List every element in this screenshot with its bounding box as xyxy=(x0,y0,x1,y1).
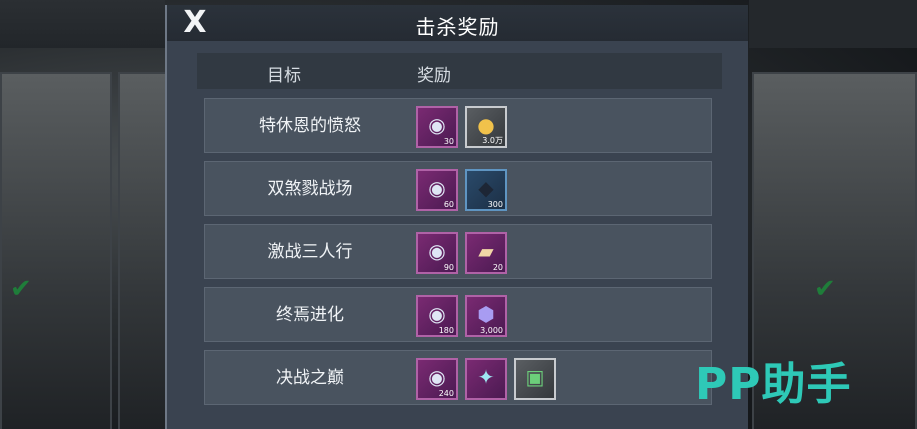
reward-quantity: 240 xyxy=(438,389,454,398)
reward-list: ◉ 180 ⬢ 3,000 xyxy=(416,295,507,337)
reward-quantity: 20 xyxy=(492,263,503,272)
reward-row: 终焉进化 ◉ 180 ⬢ 3,000 xyxy=(204,287,712,342)
bucket-icon: ▣ xyxy=(525,365,545,389)
target-name: 终焉进化 xyxy=(276,305,344,325)
column-header: 目标 奖励 xyxy=(197,53,722,89)
purple-gem-icon: ⬢ xyxy=(477,302,495,326)
reward-row: 双煞戮战场 ◉ 60 ◆ 300 xyxy=(204,161,712,216)
reward-quantity: 3,000 xyxy=(480,326,503,335)
reward-item[interactable]: ✦ xyxy=(465,358,507,400)
silver-coin-icon: ◉ xyxy=(428,113,446,137)
reward-row: 决战之巅 ◉ 240 ✦ ▣ xyxy=(204,350,712,405)
reward-quantity: 3.0万 xyxy=(482,136,503,145)
reward-item[interactable]: ◉ 180 xyxy=(416,295,458,337)
reward-item[interactable]: ▣ xyxy=(514,358,556,400)
reward-item[interactable]: ◉ 90 xyxy=(416,232,458,274)
background-top-bar xyxy=(0,0,165,48)
reward-item[interactable]: ◉ 60 xyxy=(416,169,458,211)
reward-row: 特休恩的愤怒 ◉ 30 ● 3.0万 xyxy=(204,98,712,153)
silver-coin-icon: ◉ xyxy=(428,302,446,326)
reward-list: ◉ 60 ◆ 300 xyxy=(416,169,507,211)
background-card-left2 xyxy=(118,72,168,429)
crystal-icon: ✦ xyxy=(477,365,495,389)
reward-list: ◉ 240 ✦ ▣ xyxy=(416,358,556,400)
silver-coin-icon: ◉ xyxy=(428,365,446,389)
reward-item[interactable]: ⬢ 3,000 xyxy=(465,295,507,337)
reward-item[interactable]: ◉ 240 xyxy=(416,358,458,400)
silver-coin-icon: ◉ xyxy=(428,176,446,200)
background-card-left: ✔ xyxy=(0,72,112,429)
reward-item[interactable]: ◆ 300 xyxy=(465,169,507,211)
silver-coin-icon: ◉ xyxy=(428,239,446,263)
target-name: 双煞戮战场 xyxy=(267,179,353,199)
dialog-header: X 击杀奖励 xyxy=(167,5,748,41)
target-name: 激战三人行 xyxy=(267,242,353,262)
reward-quantity: 90 xyxy=(443,263,454,272)
reward-quantity: 30 xyxy=(443,137,454,146)
watermark-logo: PP助手 xyxy=(695,359,852,410)
check-icon: ✔ xyxy=(10,274,32,304)
reward-item[interactable]: ◉ 30 xyxy=(416,106,458,148)
reward-list: ◉ 30 ● 3.0万 xyxy=(416,106,507,148)
kill-reward-dialog: X 击杀奖励 目标 奖励 特休恩的愤怒 ◉ 30 ● 3.0万 双煞戮战场 ◉ … xyxy=(165,5,748,429)
check-icon: ✔ xyxy=(814,274,836,304)
background-top-bar-right xyxy=(749,0,917,48)
reward-list: ◉ 90 ▰ 20 xyxy=(416,232,507,274)
gold-coin-icon: ● xyxy=(477,113,495,137)
reward-quantity: 300 xyxy=(487,200,503,209)
target-name: 特休恩的愤怒 xyxy=(259,116,361,136)
reward-quantity: 60 xyxy=(443,200,454,209)
reward-row: 激战三人行 ◉ 90 ▰ 20 xyxy=(204,224,712,279)
reward-quantity: 180 xyxy=(438,326,454,335)
column-reward-label: 奖励 xyxy=(417,66,451,86)
reward-item[interactable]: ▰ 20 xyxy=(465,232,507,274)
target-name: 决战之巅 xyxy=(276,368,344,388)
supply-box-icon: ◆ xyxy=(478,176,494,200)
dialog-title: 击杀奖励 xyxy=(415,15,500,39)
column-target-label: 目标 xyxy=(267,66,301,86)
reward-item[interactable]: ● 3.0万 xyxy=(465,106,507,148)
ticket-icon: ▰ xyxy=(478,239,494,263)
